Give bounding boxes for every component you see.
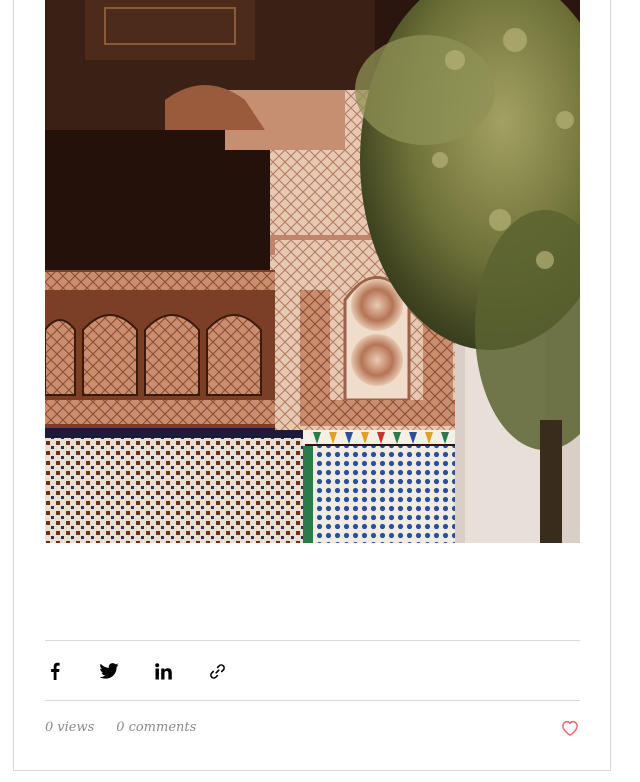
share-bar [45,658,261,684]
views-number: 0 [45,720,54,735]
comments-count[interactable]: 0 comments [116,720,196,735]
stats-divider [45,700,580,701]
share-linkedin-button[interactable] [153,661,173,681]
like-button[interactable] [560,718,580,738]
post-stats: 0 views 0 comments [45,720,196,735]
linkedin-icon [154,662,172,679]
share-facebook-button[interactable] [45,661,65,681]
comments-label: comments [128,720,197,735]
link-icon [209,663,225,679]
views-count: 0 views [45,720,94,735]
share-twitter-button[interactable] [99,661,119,681]
share-divider-top [45,640,580,641]
views-label: views [57,720,95,735]
twitter-icon [99,663,119,679]
copy-link-button[interactable] [207,661,227,681]
heart-icon [562,720,578,736]
facebook-icon [51,662,60,680]
post-image[interactable] [45,0,580,543]
comments-number: 0 [116,720,125,735]
